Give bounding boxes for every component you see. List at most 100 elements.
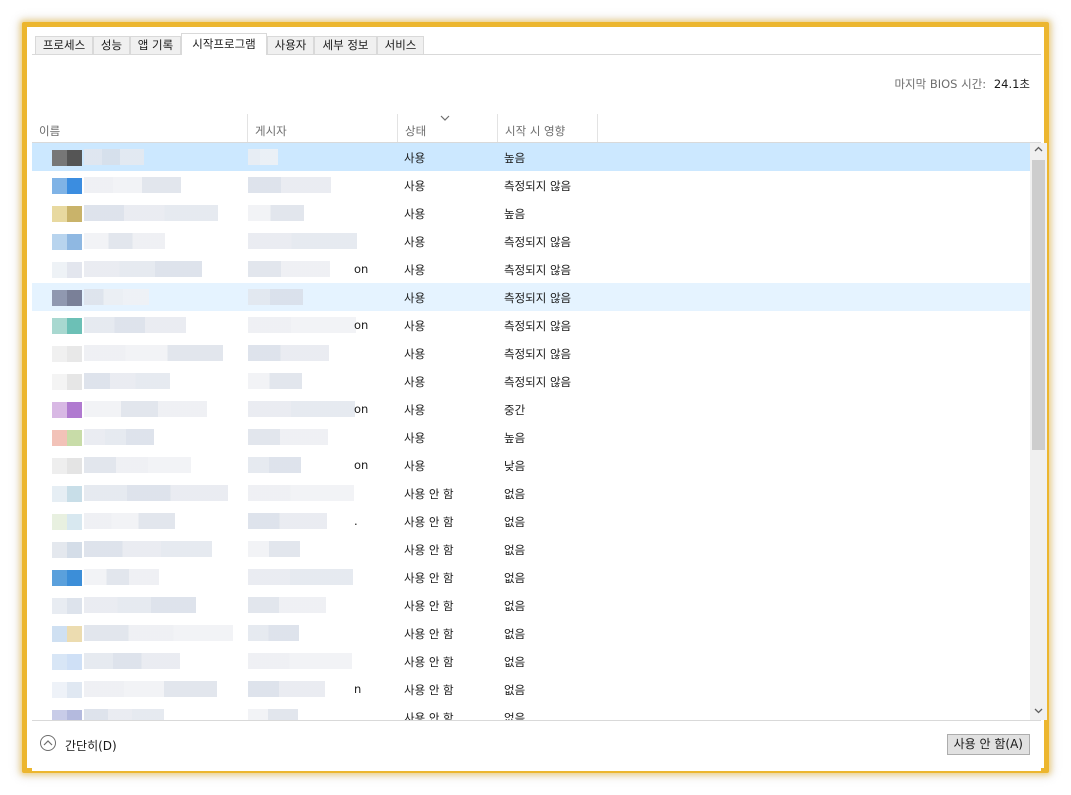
table-row[interactable]: on 사용 낮음	[32, 451, 1030, 479]
pixelated-publisher	[248, 457, 301, 473]
pixelated-name	[84, 317, 186, 333]
impact-cell: 없음	[504, 571, 526, 585]
tab-app-history[interactable]: 앱 기록	[130, 36, 181, 54]
app-icon	[52, 598, 82, 614]
table-row[interactable]: 사용 측정되지 않음	[32, 227, 1030, 255]
impact-cell: 측정되지 않음	[504, 319, 572, 333]
app-icon	[52, 514, 82, 530]
table-row[interactable]: n 사용 안 함 없음	[32, 675, 1030, 703]
tab-services[interactable]: 서비스	[377, 36, 424, 54]
table-row[interactable]: on 사용 측정되지 않음	[32, 311, 1030, 339]
status-cell: 사용 안 함	[404, 487, 454, 501]
pixelated-name	[84, 233, 165, 249]
column-header-name[interactable]: 이름	[32, 114, 248, 142]
impact-cell: 없음	[504, 683, 526, 697]
app-icon	[52, 206, 82, 222]
pixelated-publisher	[248, 485, 354, 501]
table-row[interactable]: 사용 안 함 없음	[32, 619, 1030, 647]
pixelated-name	[84, 681, 217, 697]
status-cell: 사용	[404, 179, 426, 193]
table-row[interactable]: 사용 측정되지 않음	[32, 367, 1030, 395]
impact-cell: 측정되지 않음	[504, 291, 572, 305]
table-row[interactable]: 사용 측정되지 않음	[32, 171, 1030, 199]
status-cell: 사용	[404, 291, 426, 305]
pixelated-publisher	[248, 569, 353, 585]
status-cell: 사용	[404, 235, 426, 249]
pixelated-publisher	[248, 261, 330, 277]
table-row[interactable]: 사용 높음	[32, 199, 1030, 227]
app-icon	[52, 542, 82, 558]
table-row[interactable]: 사용 안 함 없음	[32, 591, 1030, 619]
vertical-scrollbar[interactable]	[1030, 143, 1047, 720]
tab-details[interactable]: 세부 정보	[314, 36, 377, 54]
scroll-down-arrow-icon[interactable]	[1030, 705, 1047, 720]
table-row[interactable]: 사용 측정되지 않음	[32, 283, 1030, 311]
pixelated-publisher	[248, 429, 328, 445]
app-icon	[52, 430, 82, 446]
publisher-text: on	[354, 402, 369, 416]
table-row[interactable]: 사용 안 함 없음	[32, 535, 1030, 563]
pixelated-publisher	[248, 149, 278, 165]
pixelated-publisher	[248, 177, 331, 193]
status-cell: 사용 안 함	[404, 515, 454, 529]
status-cell: 사용 안 함	[404, 627, 454, 641]
app-icon	[52, 626, 82, 642]
chevron-up-circle-icon[interactable]	[40, 735, 56, 751]
table-row[interactable]: 사용 안 함 없음	[32, 563, 1030, 591]
pixelated-publisher	[248, 513, 327, 529]
app-icon	[52, 346, 82, 362]
status-cell: 사용	[404, 319, 426, 333]
pixelated-name	[84, 541, 212, 557]
pixelated-name	[84, 485, 228, 501]
pixelated-publisher	[248, 233, 357, 249]
column-header-publisher[interactable]: 게시자	[248, 114, 398, 142]
impact-cell: 측정되지 않음	[504, 179, 572, 193]
pixelated-name	[84, 289, 149, 305]
impact-cell: 없음	[504, 655, 526, 669]
pixelated-publisher	[248, 541, 300, 557]
table-row[interactable]: 사용 안 함 없음	[32, 703, 1030, 720]
status-cell: 사용 안 함	[404, 655, 454, 669]
tab-performance[interactable]: 성능	[93, 36, 130, 54]
pixelated-publisher	[248, 597, 326, 613]
pixelated-name	[84, 709, 164, 720]
table-row[interactable]: 사용 높음	[32, 423, 1030, 451]
app-icon	[52, 402, 82, 418]
table-row[interactable]: 사용 안 함 없음	[32, 479, 1030, 507]
tab-startup[interactable]: 시작프로그램	[181, 33, 267, 55]
impact-cell: 없음	[504, 627, 526, 641]
pixelated-name	[84, 569, 159, 585]
impact-cell: 없음	[504, 487, 526, 501]
impact-cell: 측정되지 않음	[504, 347, 572, 361]
pixelated-name	[84, 457, 191, 473]
pixelated-publisher	[248, 289, 303, 305]
fewer-details-link[interactable]: 간단히(D)	[65, 737, 117, 754]
tab-users[interactable]: 사용자	[267, 36, 314, 54]
tab-processes[interactable]: 프로세스	[35, 36, 93, 54]
startup-list: 사용 높음 사용 측정되지 않음 사용 높음 사용 측정되지 않음 on 사용 측정되지 않음 사용 측…	[32, 143, 1030, 720]
status-cell: 사용	[404, 207, 426, 221]
impact-cell: 없음	[504, 515, 526, 529]
app-icon	[52, 458, 82, 474]
impact-cell: 낮음	[504, 459, 526, 473]
table-row[interactable]: 사용 측정되지 않음	[32, 339, 1030, 367]
scroll-up-arrow-icon[interactable]	[1030, 143, 1047, 158]
publisher-text: .	[354, 514, 358, 528]
pixelated-name	[84, 625, 233, 641]
bios-time-value: 24.1초	[993, 77, 1030, 91]
pixelated-publisher	[248, 653, 352, 669]
footer-bar: 간단히(D) 사용 안 함(A)	[32, 720, 1041, 771]
column-header-impact[interactable]: 시작 시 영향	[498, 114, 598, 142]
disable-button[interactable]: 사용 안 함(A)	[946, 734, 1030, 755]
scrollbar-thumb[interactable]	[1032, 160, 1045, 450]
status-cell: 사용	[404, 347, 426, 361]
app-icon	[52, 178, 82, 194]
impact-cell: 높음	[504, 207, 526, 221]
table-row[interactable]: 사용 높음	[32, 143, 1030, 171]
impact-cell: 없음	[504, 543, 526, 557]
table-row[interactable]: on 사용 중간	[32, 395, 1030, 423]
table-row[interactable]: on 사용 측정되지 않음	[32, 255, 1030, 283]
table-row[interactable]: . 사용 안 함 없음	[32, 507, 1030, 535]
table-row[interactable]: 사용 안 함 없음	[32, 647, 1030, 675]
pixelated-name	[84, 513, 175, 529]
